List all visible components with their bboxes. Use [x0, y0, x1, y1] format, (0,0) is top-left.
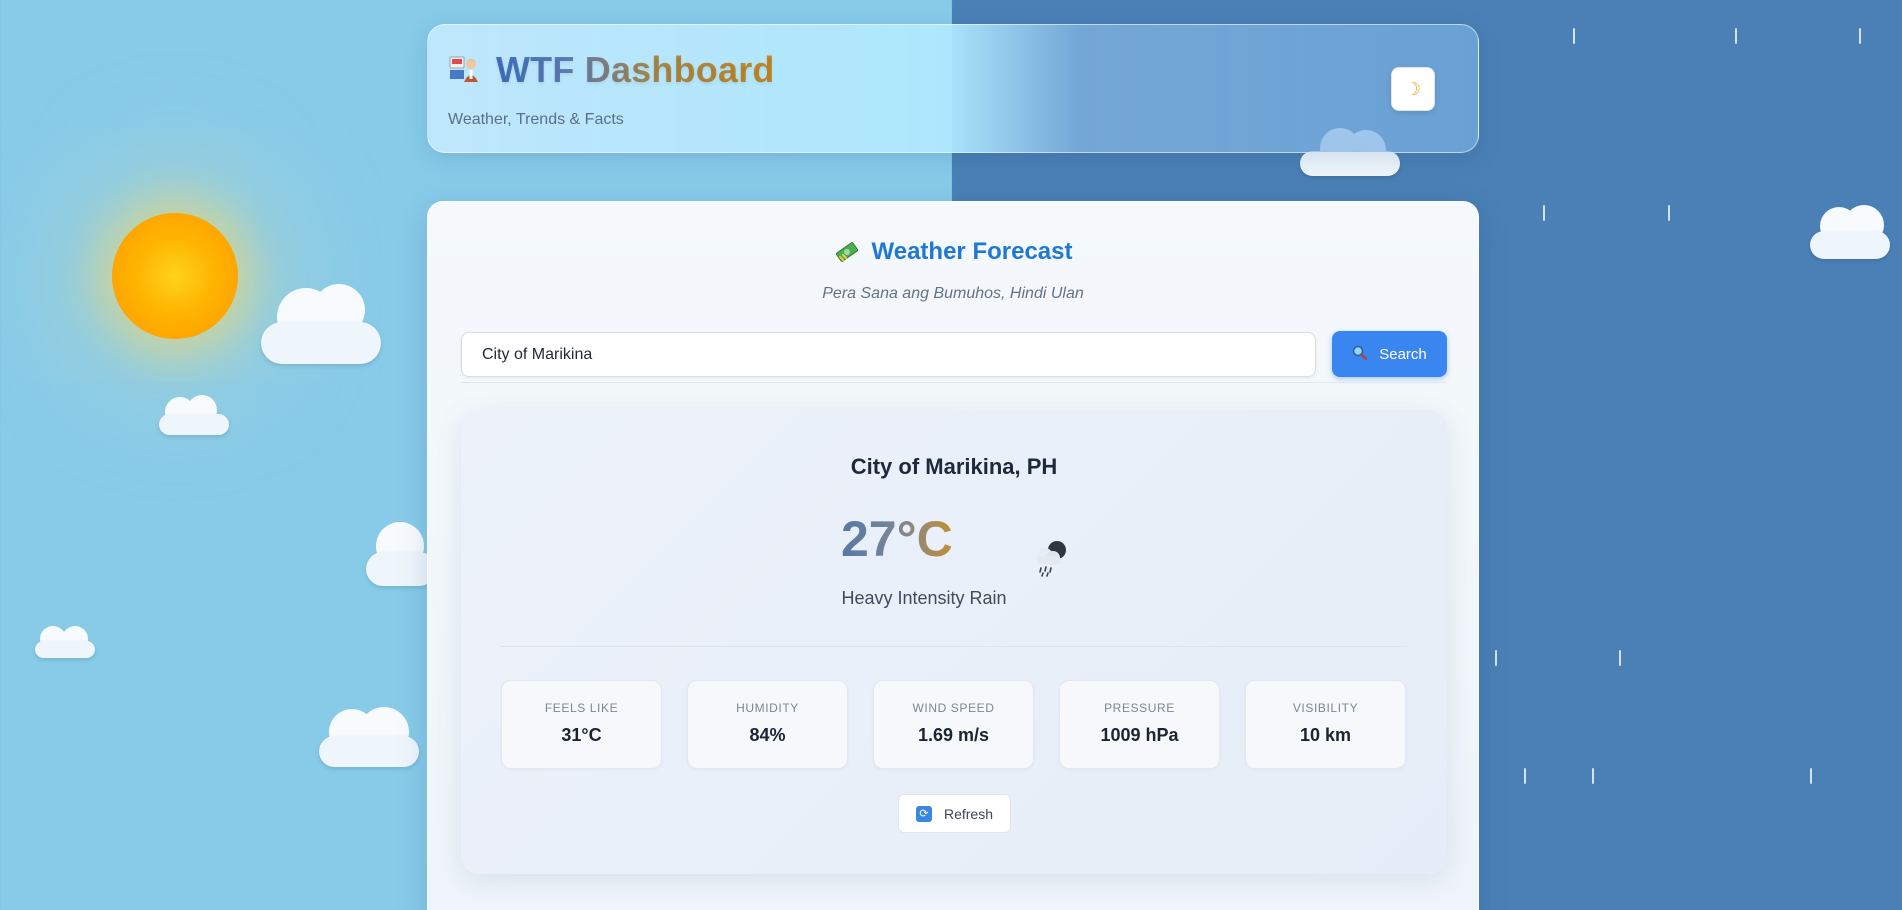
panel-title: Weather Forecast — [871, 238, 1073, 265]
money-icon — [834, 239, 860, 265]
city-name: City of Marikina, PH — [850, 454, 1058, 479]
brand: WTF Dashboard — [448, 49, 775, 91]
stat-value: 10 km — [1299, 725, 1352, 745]
stat-label: PRESSURE — [1104, 701, 1175, 715]
raindrop — [1668, 205, 1670, 221]
sun — [112, 213, 238, 339]
stat-value: 1.69 m/s — [917, 725, 990, 745]
stat-visibility: VISIBILITY 10 km — [1245, 680, 1406, 769]
app-title: WTF Dashboard — [496, 49, 775, 90]
divider — [501, 646, 1407, 647]
stat-label: VISIBILITY — [1292, 701, 1359, 715]
stat-label: HUMIDITY — [736, 701, 799, 715]
stat-value: 1009 hPa — [1100, 725, 1179, 745]
search-button[interactable]: Search — [1332, 331, 1447, 377]
refresh-icon: ⟳ — [915, 805, 932, 822]
cloud — [1810, 205, 1890, 259]
panel-title-row: Weather Forecast — [428, 238, 1478, 266]
stat-label: FEELS LIKE — [544, 701, 619, 715]
raindrop — [1810, 768, 1812, 784]
raindrop — [1735, 28, 1737, 44]
raindrop — [1543, 205, 1545, 221]
app-subtitle: Weather, Trends & Facts — [448, 111, 624, 128]
raindrop — [1592, 768, 1594, 784]
theme-toggle-button[interactable]: ☽ — [1391, 67, 1435, 111]
forecast-panel: Weather Forecast Pera Sana ang Bumuhos, … — [427, 201, 1479, 910]
weather-card: City of Marikina, PH 27°C Heavy Intensit… — [461, 410, 1447, 874]
cloud — [366, 520, 436, 586]
search-button-label: Search — [1379, 345, 1427, 363]
header-card: WTF Dashboard Weather, Trends & Facts ☽ — [427, 24, 1479, 153]
cloud — [261, 284, 381, 364]
panel-tagline: Pera Sana ang Bumuhos, Hindi Ulan — [822, 285, 1084, 302]
rain-cloud-icon — [1029, 536, 1073, 580]
stat-value: 31°C — [561, 725, 602, 745]
refresh-button[interactable]: ⟳ Refresh — [898, 794, 1011, 833]
cloud — [159, 395, 229, 435]
news-anchor-icon — [448, 54, 480, 86]
temperature: 27°C — [841, 511, 953, 567]
raindrop — [1524, 768, 1526, 784]
weather-stats: FEELS LIKE 31°C HUMIDITY 84% WIND SPEED … — [501, 680, 1406, 769]
stat-wind-speed: WIND SPEED 1.69 m/s — [873, 680, 1034, 769]
raindrop — [1619, 650, 1621, 666]
stat-humidity: HUMIDITY 84% — [687, 680, 848, 769]
stat-feels-like: FEELS LIKE 31°C — [501, 680, 662, 769]
weather-condition: Heavy Intensity Rain — [841, 588, 1007, 608]
stat-value: 84% — [749, 725, 786, 745]
cloud — [319, 707, 419, 767]
raindrop — [1859, 28, 1861, 44]
raindrop — [1573, 28, 1575, 44]
raindrop — [1495, 650, 1497, 666]
cloud — [35, 626, 95, 658]
city-search-input[interactable] — [461, 332, 1316, 377]
refresh-button-label: Refresh — [943, 805, 994, 822]
stat-label: WIND SPEED — [912, 701, 995, 715]
stat-pressure: PRESSURE 1009 hPa — [1059, 680, 1220, 769]
divider — [461, 382, 1447, 383]
moon-icon: ☽ — [1404, 78, 1422, 99]
search-icon — [1352, 345, 1368, 363]
